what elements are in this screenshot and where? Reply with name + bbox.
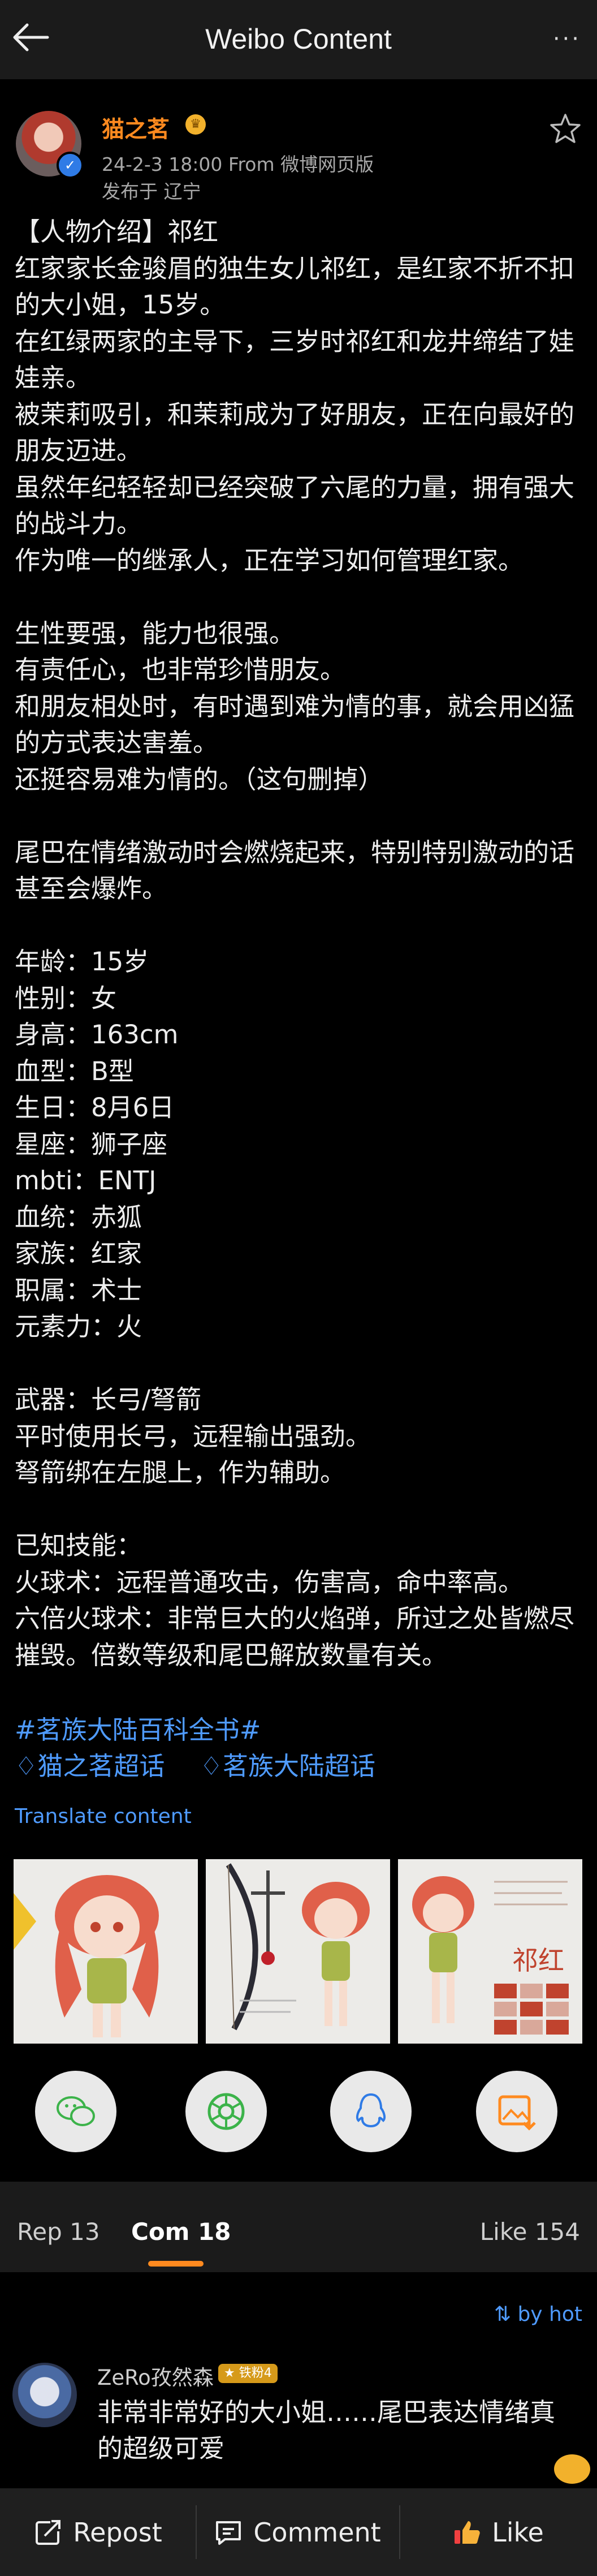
post-meta: 24-2-3 18:00 From 微博网页版 bbox=[102, 153, 374, 175]
comment-sort-row: ⇅ by hot bbox=[0, 2272, 597, 2351]
share-wechat-button[interactable] bbox=[35, 2071, 116, 2152]
content-line: 身高：163cm bbox=[15, 1020, 179, 1050]
content-line: mbti：ENTJ bbox=[15, 1166, 157, 1195]
translate-content-link[interactable]: Translate content bbox=[15, 1805, 192, 1828]
share-qq-button[interactable] bbox=[330, 2071, 412, 2152]
crown-icon: ♛ bbox=[185, 114, 206, 135]
image-3-title: 祁红 bbox=[512, 1945, 564, 1976]
commenter-avatar[interactable] bbox=[12, 2363, 77, 2427]
moments-icon bbox=[207, 2093, 245, 2130]
qq-icon bbox=[356, 2093, 386, 2128]
weapon-illustration-icon bbox=[206, 1859, 390, 2044]
content-line: 武器：长弓/弩箭 bbox=[15, 1384, 202, 1414]
comment-text: 非常非常好的大小姐……尾巴表达情绪真的超级可爱 bbox=[97, 2397, 556, 2463]
content-blank-line bbox=[15, 1345, 586, 1382]
content-blank-line bbox=[15, 798, 586, 835]
character-illustration-icon bbox=[14, 1859, 198, 2044]
hashtag-link[interactable]: #茗族大陆百科全书# bbox=[15, 1712, 403, 1748]
content-line: 生日：8月6日 bbox=[15, 1093, 175, 1123]
content-line: 性别：女 bbox=[15, 983, 117, 1013]
comment-item: ZeRo孜然森 ★ 铁粉4 非常非常好的大小姐……尾巴表达情绪真的超级可爱 bbox=[0, 2351, 597, 2487]
comment-button[interactable]: Comment bbox=[196, 2488, 399, 2576]
favorite-star-icon[interactable] bbox=[548, 112, 582, 146]
content-line: 年龄：15岁 bbox=[15, 947, 149, 977]
content-line: 已知技能： bbox=[15, 1530, 142, 1560]
post-content: 【人物介绍】祁红红家家长金骏眉的独生女儿祁红，是红家不折不扣的大小姐，15岁。在… bbox=[15, 214, 586, 1674]
post-image-3[interactable]: 祁红 bbox=[398, 1859, 582, 2044]
supertopic-link-1[interactable]: ♢猫之茗超话 bbox=[15, 1751, 178, 1781]
content-line: 尾巴在情绪激动时会燃烧起来，特别特别激动的话甚至会爆炸。 bbox=[15, 837, 575, 904]
content-line: 火球术：远程普通攻击，伤害高，命中率高。 bbox=[15, 1567, 524, 1597]
post-images: 祁红 bbox=[14, 1859, 585, 2044]
content-line: 元素力：火 bbox=[15, 1311, 142, 1341]
commenter-name[interactable]: ZeRo孜然森 bbox=[97, 2360, 214, 2391]
content-blank-line bbox=[15, 579, 586, 616]
more-options-icon[interactable]: ··· bbox=[553, 26, 581, 52]
content-line: 还挺容易难为情的。（这句删掉） bbox=[15, 764, 384, 794]
content-line: 【人物介绍】祁红 bbox=[15, 217, 219, 247]
content-line: 弩箭绑在左腿上，作为辅助。 bbox=[15, 1457, 346, 1487]
post-image-1[interactable] bbox=[14, 1859, 198, 2044]
content-line: 六倍火球术：非常巨大的火焰弹，所过之处皆燃尽摧毁。倍数等级和尾巴解放数量有关。 bbox=[15, 1603, 575, 1670]
character-sheet-icon: 祁红 bbox=[398, 1859, 582, 2044]
content-line: 平时使用长弓，远程输出强劲。 bbox=[15, 1421, 371, 1451]
active-tab-indicator bbox=[148, 2261, 204, 2267]
content-line: 红家家长金骏眉的独生女儿祁红，是红家不折不扣的大小姐，15岁。 bbox=[15, 253, 575, 320]
content-line: 作为唯一的继承人，正在学习如何管理红家。 bbox=[15, 545, 524, 575]
author-name[interactable]: 猫之茗 bbox=[102, 111, 170, 144]
content-line: 在红绿两家的主导下，三岁时祁红和龙井缔结了娃娃亲。 bbox=[15, 326, 575, 393]
post-author-row: ✓ 猫之茗 ♛ 24-2-3 18:00 From 微博网页版 发布于 辽宁 bbox=[0, 79, 597, 209]
comment-icon bbox=[216, 2521, 241, 2545]
page-title: Weibo Content bbox=[205, 23, 392, 55]
content-blank-line bbox=[15, 908, 586, 944]
content-line: 职属：术士 bbox=[15, 1275, 142, 1305]
repost-icon bbox=[36, 2519, 61, 2545]
supertopic-link-2[interactable]: ♢茗族大陆超话 bbox=[200, 1751, 389, 1781]
tab-likes[interactable]: Like 154 bbox=[480, 2218, 580, 2246]
share-save-image-button[interactable] bbox=[476, 2071, 557, 2152]
thumbs-up-icon bbox=[455, 2521, 480, 2544]
content-line: 虽然年纪轻轻却已经突破了六尾的力量，拥有强大的战斗力。 bbox=[15, 472, 575, 539]
repost-button[interactable]: Repost bbox=[0, 2488, 196, 2576]
content-line: 生性要强，能力也很强。 bbox=[15, 618, 295, 648]
fan-badge: ★ 铁粉4 bbox=[218, 2364, 278, 2383]
content-line: 和朋友相处时，有时遇到难为情的事，就会用凶猛的方式表达害羞。 bbox=[15, 691, 575, 758]
content-line: 家族：红家 bbox=[15, 1238, 142, 1268]
content-line: 血型：B型 bbox=[15, 1056, 134, 1086]
image-download-icon bbox=[498, 2095, 536, 2131]
top-bar: Weibo Content ··· bbox=[0, 0, 597, 79]
content-line: 星座：狮子座 bbox=[15, 1129, 168, 1159]
post-location: 发布于 辽宁 bbox=[102, 180, 201, 203]
interaction-tabs: Rep 13 Com 18 Like 154 bbox=[0, 2182, 597, 2272]
share-moments-button[interactable] bbox=[185, 2071, 267, 2152]
content-line: 有责任心，也非常珍惜朋友。 bbox=[15, 655, 346, 685]
sort-by-hot-button[interactable]: ⇅ by hot bbox=[494, 2303, 582, 2326]
bottom-action-bar: Repost Comment Like bbox=[0, 2488, 597, 2576]
tab-comments[interactable]: Com 18 bbox=[131, 2218, 231, 2246]
floating-mascot-icon[interactable] bbox=[554, 2454, 590, 2484]
verified-badge-icon: ✓ bbox=[57, 152, 84, 179]
post-tags: #茗族大陆百科全书# ♢猫之茗超话 ♢茗族大陆超话 bbox=[15, 1712, 403, 1784]
tab-reposts[interactable]: Rep 13 bbox=[17, 2218, 100, 2246]
like-button[interactable]: Like bbox=[399, 2488, 597, 2576]
content-line: 被茉莉吸引，和茉莉成为了好朋友，正在向最好的朋友迈进。 bbox=[15, 399, 575, 466]
content-line: 血统：赤狐 bbox=[15, 1202, 142, 1232]
post-image-2[interactable] bbox=[206, 1859, 390, 2044]
content-blank-line bbox=[15, 1491, 586, 1528]
share-buttons bbox=[0, 2065, 597, 2156]
wechat-icon bbox=[57, 2096, 95, 2126]
